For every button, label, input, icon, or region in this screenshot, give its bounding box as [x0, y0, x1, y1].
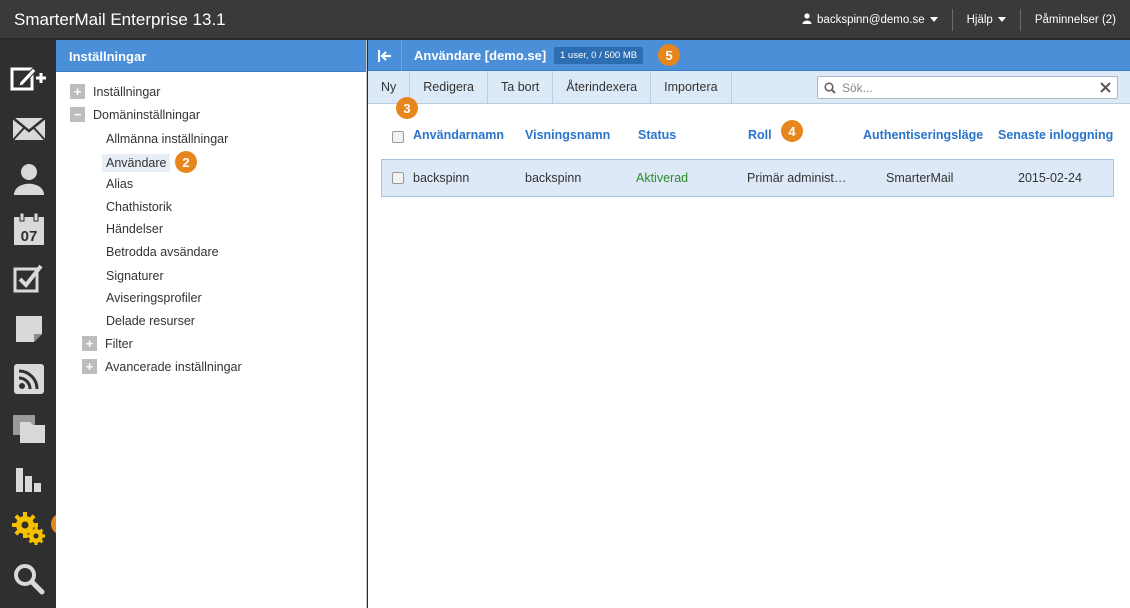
mail-icon[interactable] [6, 106, 52, 152]
reindex-button[interactable]: Återindexera [553, 71, 652, 103]
tree-item-label: Alias [106, 177, 134, 191]
app-title: SmarterMail Enterprise 13.1 [14, 10, 226, 29]
tree-item-alias[interactable]: Alias [106, 177, 133, 191]
quota-badge: 1 user, 0 / 500 MB [554, 47, 644, 64]
cell-last-login: 2015-02-24 [1018, 171, 1082, 185]
page-title: Användare [demo.se] [414, 48, 547, 63]
tree-item-anvandare[interactable]: Användare [102, 154, 171, 172]
tree-item-label: Betrodda avsändare [106, 245, 219, 259]
top-bar: SmarterMail Enterprise 13.1 backspinn@de… [0, 0, 1130, 39]
tree-item-label: Chathistorik [106, 200, 172, 214]
col-status[interactable]: Status [638, 128, 676, 142]
step-badge-2: 2 [175, 151, 197, 173]
collapse-panel-button[interactable] [368, 40, 402, 71]
cell-display-name: backspinn [525, 171, 582, 185]
col-username[interactable]: Användarnamn [413, 128, 504, 142]
delete-button[interactable]: Ta bort [488, 71, 554, 103]
compose-icon[interactable] [6, 56, 52, 102]
import-button[interactable]: Importera [651, 71, 732, 103]
cell-auth-mode: SmarterMail [886, 171, 954, 185]
tree-item-aviseringsprofiler[interactable]: Aviseringsprofiler [106, 291, 202, 305]
help-label: Hjälp [966, 13, 993, 26]
tasks-icon[interactable] [6, 256, 52, 302]
tree-header: Inställningar [56, 40, 366, 72]
tree-item-handelser[interactable]: Händelser [106, 222, 163, 236]
row-checkbox[interactable] [392, 172, 404, 184]
tree-item-label: Signaturer [106, 269, 164, 283]
table-row[interactable]: backspinn backspinn Aktiverad Primär adm… [381, 159, 1114, 197]
step-badge-5: 5 [658, 44, 680, 66]
tree-item-label: Domäninställningar [93, 107, 201, 122]
tree-item-avancerade[interactable]: + Avancerade inställningar [82, 359, 242, 374]
tree-item-label: Aviseringsprofiler [106, 291, 202, 305]
expand-icon[interactable]: + [82, 336, 97, 351]
help-menu[interactable]: Hjälp [953, 10, 1020, 30]
col-display-name[interactable]: Visningsnamn [525, 128, 610, 142]
expand-icon[interactable]: + [82, 359, 97, 374]
tree-item-label: Användare [102, 154, 171, 172]
user-menu[interactable]: backspinn@demo.se [788, 10, 952, 30]
panel-header: Användare [demo.se] 1 user, 0 / 500 MB [368, 40, 1130, 71]
tree-item-label: Allmänna inställningar [106, 132, 229, 146]
cell-role: Primär administ… [747, 171, 847, 185]
reports-icon[interactable] [6, 456, 52, 502]
col-role[interactable]: Roll [748, 128, 772, 142]
collapse-left-icon [377, 49, 391, 62]
search-placeholder: Sök... [842, 81, 873, 95]
tree-item-label: Filter [105, 336, 133, 351]
calendar-icon[interactable]: 07 [6, 206, 52, 252]
reminders-button[interactable]: Påminnelser (2) [1021, 10, 1130, 30]
table-header: Användarnamn Visningsnamn Status Roll Au… [368, 128, 1130, 148]
users-panel: Användare [demo.se] 1 user, 0 / 500 MB N… [368, 40, 1130, 608]
chevron-down-icon [929, 17, 938, 22]
icon-rail: 07 [0, 40, 56, 608]
svg-text:07: 07 [21, 228, 38, 245]
contacts-icon[interactable] [6, 156, 52, 202]
tree-item-label: Händelser [106, 222, 163, 236]
settings-icon[interactable] [6, 506, 52, 552]
user-icon [802, 12, 812, 27]
tree-item-chathistorik[interactable]: Chathistorik [106, 200, 172, 214]
step-badge-4: 4 [781, 120, 803, 142]
cell-username: backspinn [413, 171, 470, 185]
tree-item-label: Delade resurser [106, 314, 195, 328]
files-icon[interactable] [6, 406, 52, 452]
toolbar: Ny Redigera Ta bort Återindexera Importe… [368, 71, 1130, 104]
search-icon[interactable] [6, 556, 52, 602]
notes-icon[interactable] [6, 306, 52, 352]
tree-item-delade-resurser[interactable]: Delade resurser [106, 314, 195, 328]
top-right-menu: backspinn@demo.se Hjälp Påminnelser (2) [788, 0, 1130, 39]
search-input[interactable]: Sök... [817, 76, 1118, 99]
select-all-checkbox[interactable] [392, 131, 404, 143]
tree-item-filter[interactable]: + Filter [82, 336, 133, 351]
tree-item-domaninstallningar[interactable]: − Domäninställningar [70, 107, 200, 122]
expand-icon[interactable]: + [70, 84, 85, 99]
tree-item-label: Inställningar [93, 84, 161, 99]
settings-tree-panel: Inställningar + Inställningar − Domänins… [56, 40, 367, 608]
col-auth-mode[interactable]: Authentiseringsläge [863, 128, 983, 142]
tree-item-label: Avancerade inställningar [105, 359, 242, 374]
tree-item-signaturer[interactable]: Signaturer [106, 269, 164, 283]
user-email: backspinn@demo.se [817, 13, 925, 26]
rss-icon[interactable] [6, 356, 52, 402]
search-icon [824, 82, 836, 94]
tree-item-betrodda[interactable]: Betrodda avsändare [106, 245, 219, 259]
clear-search-icon[interactable] [1100, 82, 1111, 93]
cell-status: Aktiverad [636, 171, 689, 185]
step-badge-3: 3 [396, 97, 418, 119]
chevron-down-icon [997, 17, 1006, 22]
edit-button[interactable]: Redigera [410, 71, 489, 103]
collapse-icon[interactable]: − [70, 107, 85, 122]
tree-item-installningar[interactable]: + Inställningar [70, 84, 160, 99]
tree-item-allmanna[interactable]: Allmänna inställningar [106, 132, 228, 146]
reminders-label: Påminnelser (2) [1034, 13, 1116, 26]
col-last-login[interactable]: Senaste inloggning [998, 128, 1113, 142]
